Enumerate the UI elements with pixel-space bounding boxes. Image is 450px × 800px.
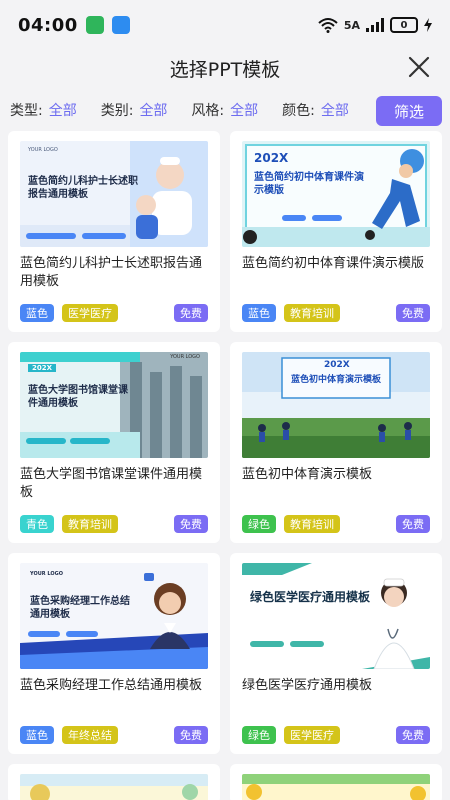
filter-value: 全部 (230, 103, 259, 119)
color-tag: 蓝色 (20, 304, 54, 322)
filter-bar: 类型: 全部 类别: 全部 风格: 全部 颜色: 全部 筛选 (0, 94, 450, 126)
price-tag: 免费 (174, 726, 208, 744)
category-tag: 医学医疗 (284, 726, 340, 744)
tag-row: 绿色 教育培训 免费 (242, 515, 430, 533)
template-card[interactable]: YOUR LOGO 蓝色采购经理工作总结通用模板 蓝色采购经理工作总结通用模板 … (8, 553, 220, 754)
price-tag: 免费 (396, 726, 430, 744)
price-tag: 免费 (396, 515, 430, 533)
filter-category[interactable]: 类别: 全部 (101, 100, 168, 120)
filter-style[interactable]: 风格: 全部 (191, 100, 258, 120)
template-title: 蓝色简约儿科护士长述职报告通用模板 (20, 256, 203, 289)
tag-row: 蓝色 教育培训 免费 (242, 304, 430, 322)
template-title: 蓝色大学图书馆课堂课件通用模板 (20, 467, 203, 500)
template-thumbnail[interactable]: 202X 蓝色大学图书馆课堂课件通用模板 YOUR LOGO (20, 352, 208, 458)
signal-icon (366, 18, 384, 32)
tag-row: 蓝色 医学医疗 免费 (20, 304, 208, 322)
thumb-logo: YOUR LOGO (28, 147, 58, 153)
wifi-icon (318, 18, 338, 33)
app-notification-icon (85, 16, 104, 34)
template-thumbnail[interactable]: YOUR LOGO 蓝色采购经理工作总结通用模板 (20, 563, 208, 669)
filter-label: 颜色: (282, 103, 315, 119)
thumb-heading: 绿色医学医疗通用模板 (250, 590, 371, 604)
tag-row: 绿色 医学医疗 免费 (242, 726, 430, 744)
charging-icon (424, 18, 432, 32)
filter-color[interactable]: 颜色: 全部 (282, 100, 349, 120)
template-card[interactable]: YOUR LOGO 蓝色简约儿科护士长述职报告通用模板 蓝色简约儿科护士长述职报… (8, 131, 220, 332)
tag-row: 蓝色 年终总结 免费 (20, 726, 208, 744)
page-header: 选择PPT模板 (0, 50, 450, 86)
template-thumbnail[interactable]: YOUR LOGO 蓝色简约儿科护士长述职报告通用模板 (20, 141, 208, 247)
filter-button[interactable]: 筛选 (376, 96, 442, 126)
template-grid: YOUR LOGO 蓝色简约儿科护士长述职报告通用模板 蓝色简约儿科护士长述职报… (8, 131, 442, 800)
status-indicators: 5A 0 (318, 17, 432, 33)
price-tag: 免费 (396, 304, 430, 322)
template-card[interactable]: 202X 蓝色简约初中体育课件演示模版 蓝色简约初中体育课件演示模版 蓝色 教育… (230, 131, 442, 332)
price-tag: 免费 (174, 515, 208, 533)
template-card[interactable] (230, 764, 442, 800)
category-tag: 教育培训 (284, 304, 340, 322)
tag-row: 青色 教育培训 免费 (20, 515, 208, 533)
filter-type[interactable]: 类型: 全部 (10, 100, 77, 120)
template-card[interactable]: 202X 蓝色初中体育演示模板 蓝色初中体育演示模板 绿色 教育培训 免费 (230, 342, 442, 543)
thumb-logo: YOUR LOGO (170, 354, 200, 360)
template-title: 蓝色初中体育演示模板 (242, 467, 373, 482)
battery-icon: 0 (390, 17, 418, 33)
app-notification-icon (111, 16, 130, 34)
color-tag: 青色 (20, 515, 54, 533)
price-tag: 免费 (174, 304, 208, 322)
filter-label: 类别: (100, 103, 134, 119)
thumb-heading: 蓝色初中体育演示模板 (290, 375, 381, 385)
thumb-year: 202X (28, 364, 57, 372)
template-title: 绿色医学医疗通用模板 (242, 678, 373, 693)
color-tag: 绿色 (242, 726, 276, 744)
category-tag: 年终总结 (62, 726, 118, 744)
color-tag: 蓝色 (20, 726, 54, 744)
template-title: 蓝色简约初中体育课件演示模版 (242, 256, 425, 271)
thumb-year: 202X (324, 360, 350, 370)
status-bar: 04:00 5A 0 (0, 0, 450, 50)
template-thumbnail[interactable] (242, 774, 430, 800)
template-card[interactable]: 绿色医学医疗通用模板 绿色医学医疗通用模板 绿色 医学医疗 免费 (230, 553, 442, 754)
close-icon[interactable] (406, 54, 432, 80)
filter-value: 全部 (320, 103, 349, 119)
template-thumbnail[interactable]: 202X 蓝色简约初中体育课件演示模版 (242, 141, 430, 247)
template-card[interactable] (8, 764, 220, 800)
template-title: 蓝色采购经理工作总结通用模板 (20, 678, 203, 693)
filter-label: 风格: (191, 103, 225, 119)
filter-value: 全部 (139, 103, 168, 119)
thumb-year: 202X (254, 151, 289, 165)
template-thumbnail[interactable]: 绿色医学医疗通用模板 (242, 563, 430, 669)
filter-label: 类型: (10, 103, 43, 119)
category-tag: 医学医疗 (62, 304, 118, 322)
template-thumbnail[interactable] (20, 774, 208, 800)
thumb-heading: 蓝色简约初中体育课件演示模版 (254, 172, 364, 196)
category-tag: 教育培训 (62, 515, 118, 533)
thumb-heading: 蓝色简约儿科护士长述职报告通用模板 (28, 176, 138, 200)
thumb-logo: YOUR LOGO (30, 571, 63, 577)
color-tag: 蓝色 (242, 304, 276, 322)
template-thumbnail[interactable]: 202X 蓝色初中体育演示模板 (242, 352, 430, 458)
status-time: 04:00 (18, 14, 78, 36)
template-card[interactable]: 202X 蓝色大学图书馆课堂课件通用模板 YOUR LOGO 蓝色大学图书馆课堂… (8, 342, 220, 543)
thumb-heading: 蓝色大学图书馆课堂课件通用模板 (28, 385, 128, 409)
page-title: 选择PPT模板 (169, 58, 281, 81)
category-tag: 教育培训 (284, 515, 340, 533)
color-tag: 绿色 (242, 515, 276, 533)
filter-value: 全部 (48, 103, 77, 119)
thumb-heading: 蓝色采购经理工作总结通用模板 (30, 596, 130, 620)
network-type: 5A (343, 18, 360, 32)
